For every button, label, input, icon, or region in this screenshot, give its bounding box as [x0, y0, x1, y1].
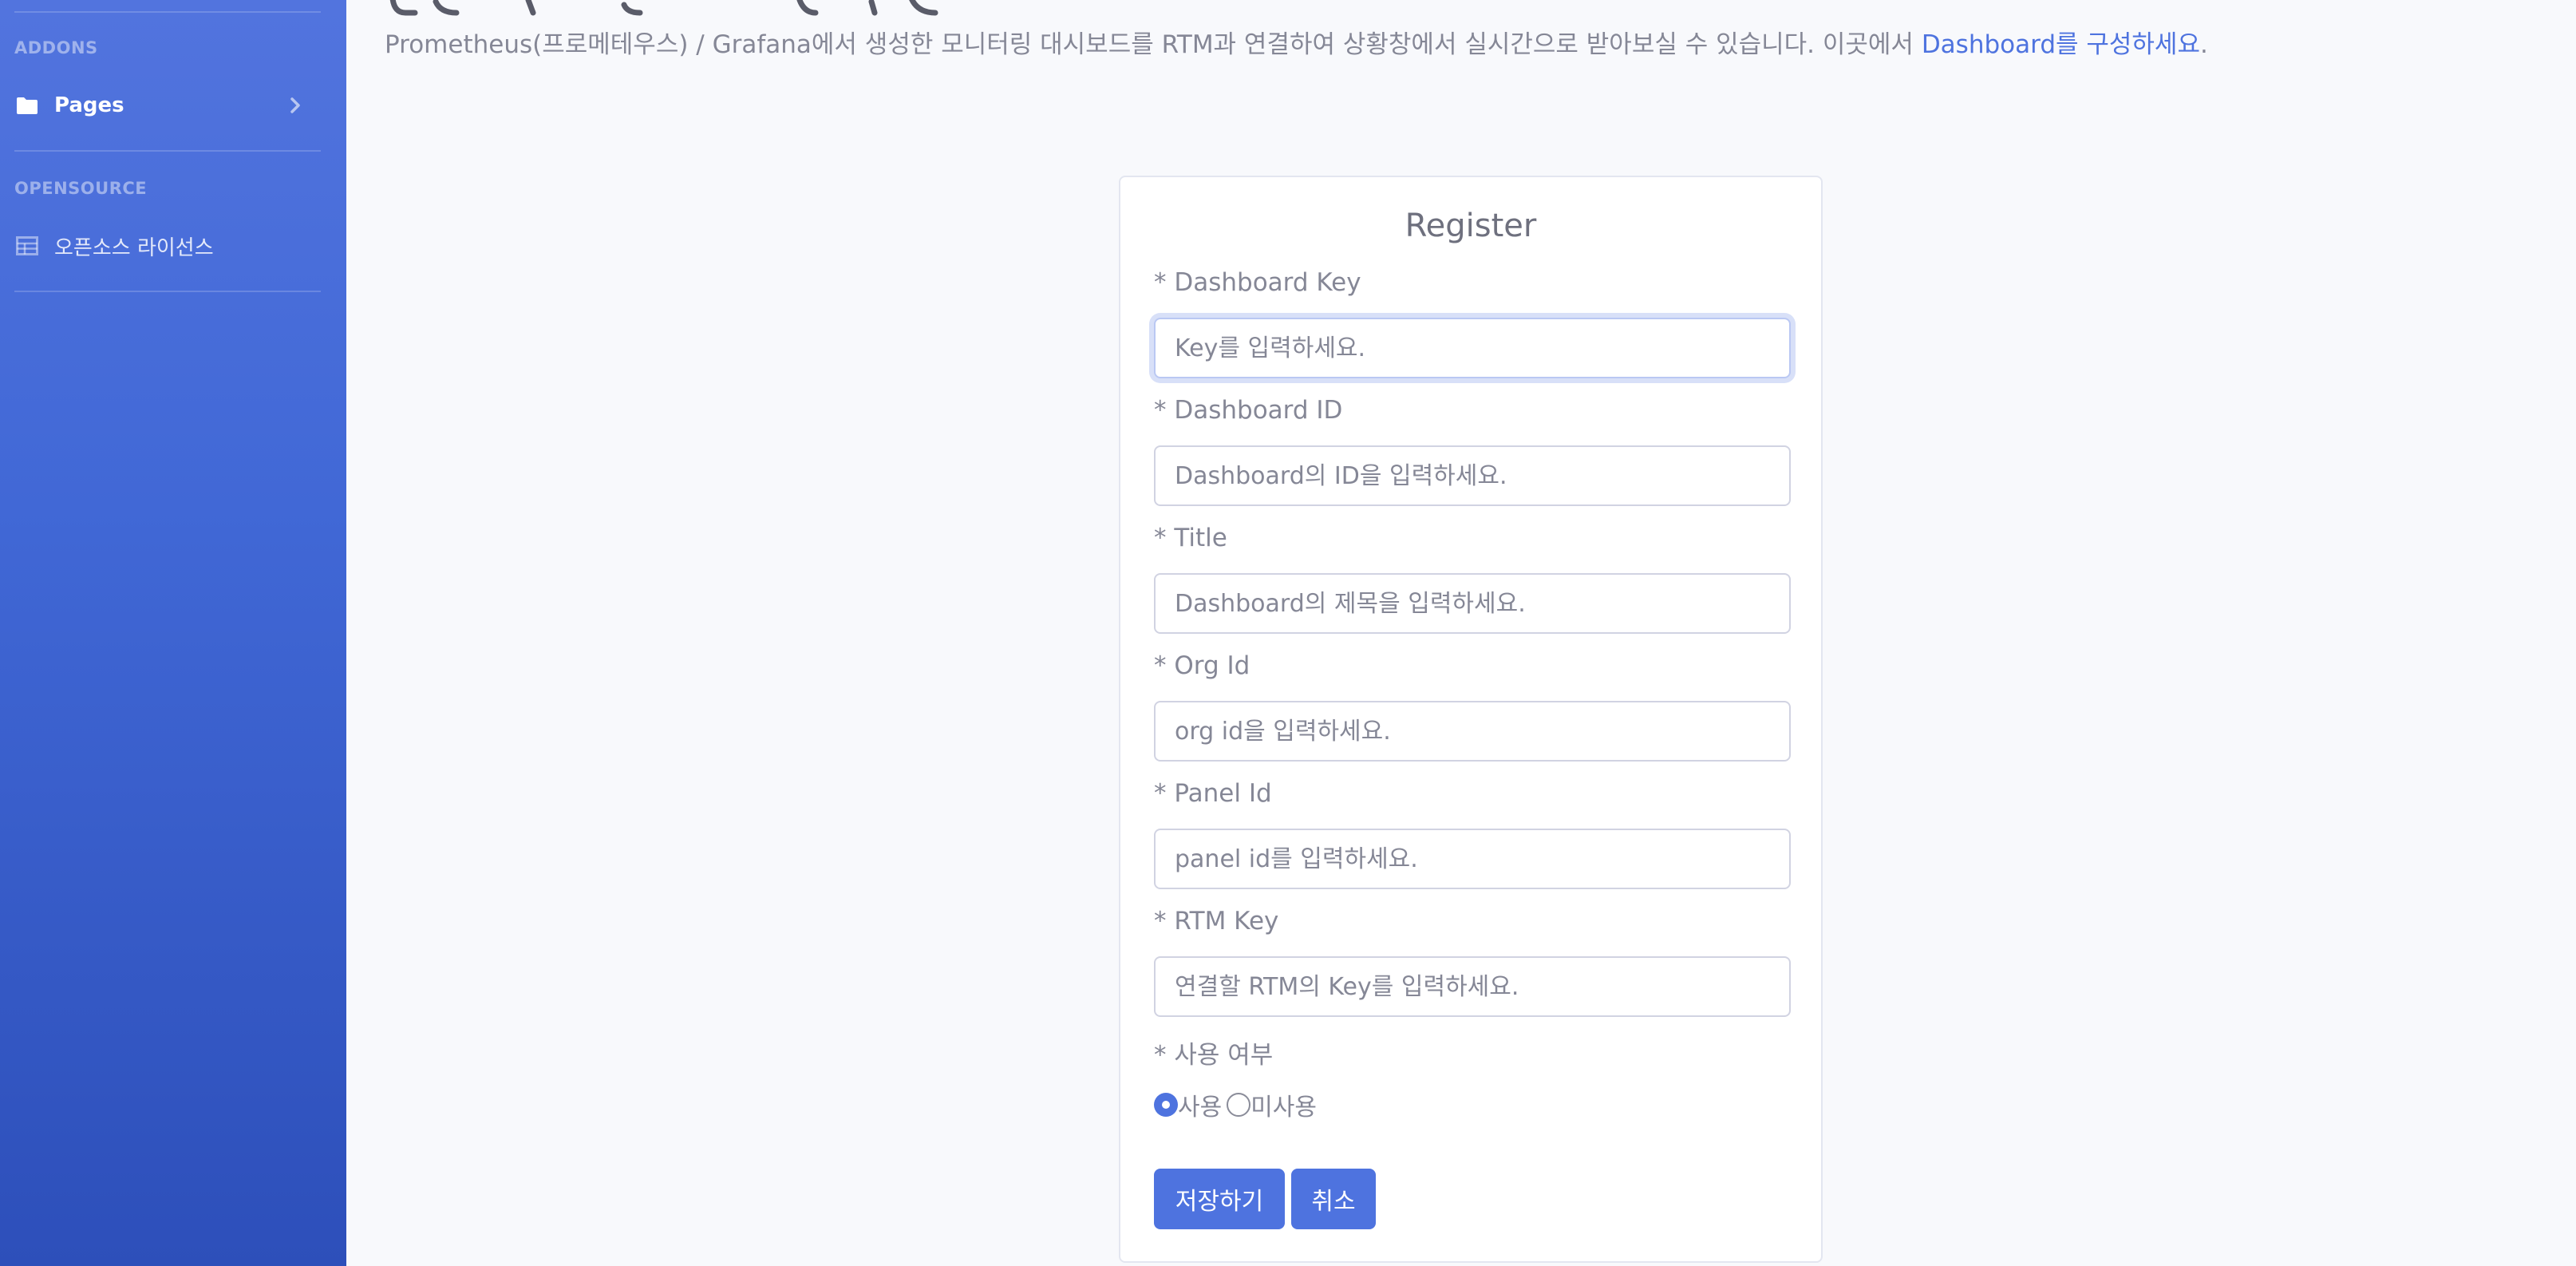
use-radio[interactable] [1154, 1093, 1178, 1117]
chevron-right-icon [284, 94, 306, 117]
sidebar-item-pages[interactable]: Pages [14, 81, 321, 129]
org-id-input[interactable] [1154, 701, 1791, 762]
unuse-radio-label: 미사용 [1250, 1094, 1318, 1122]
dashboard-key-input[interactable] [1154, 318, 1791, 378]
unuse-radio[interactable] [1227, 1093, 1251, 1117]
sidebar-divider [14, 291, 321, 292]
rtm-key-label: * RTM Key [1154, 907, 1279, 936]
sidebar-divider [14, 150, 321, 152]
org-id-label: * Org Id [1154, 651, 1250, 680]
folder-icon [14, 93, 40, 118]
dashboard-key-label: * Dashboard Key [1154, 268, 1361, 297]
sidebar-heading-opensource: OPENSOURCE [14, 179, 148, 198]
page-description: Prometheus(프로메테우스) / Grafana에서 생성한 모니터링 … [385, 24, 2208, 60]
sidebar-item-license[interactable]: 오픈소스 라이선스 [14, 222, 321, 270]
panel-id-input[interactable] [1154, 829, 1791, 889]
usage-radio-group: 사용 미사용 [1154, 1089, 1318, 1122]
cancel-button[interactable]: 취소 [1291, 1169, 1376, 1229]
description-end: . [2199, 30, 2208, 59]
sidebar-heading-addons: ADDONS [14, 38, 98, 57]
title-label: * Title [1154, 524, 1227, 552]
panel-id-label: * Panel Id [1154, 779, 1272, 808]
sidebar-item-label: Pages [54, 93, 124, 117]
use-radio-label: 사용 [1178, 1094, 1223, 1122]
card-title: Register [1405, 208, 1537, 244]
table-icon [14, 233, 40, 259]
usage-label: * 사용 여부 [1154, 1041, 1274, 1070]
configure-dashboard-link[interactable]: Dashboard를 구성하세요 [1922, 30, 2200, 59]
description-text: Prometheus(프로메테우스) / Grafana에서 생성한 모니터링 … [385, 30, 1922, 59]
dashboard-id-label: * Dashboard ID [1154, 396, 1343, 425]
rtm-key-input[interactable] [1154, 956, 1791, 1017]
sidebar-divider [14, 11, 321, 13]
sidebar-item-label: 오픈소스 라이선스 [54, 235, 214, 260]
dashboard-id-input[interactable] [1154, 445, 1791, 506]
sidebar: ADDONS Pages OPENSOURCE 오픈소스 라이선스 [0, 0, 346, 1266]
save-button[interactable]: 저장하기 [1154, 1169, 1285, 1229]
title-input[interactable] [1154, 573, 1791, 634]
register-card: Register * Dashboard Key * Dashboard ID … [1119, 176, 1823, 1263]
